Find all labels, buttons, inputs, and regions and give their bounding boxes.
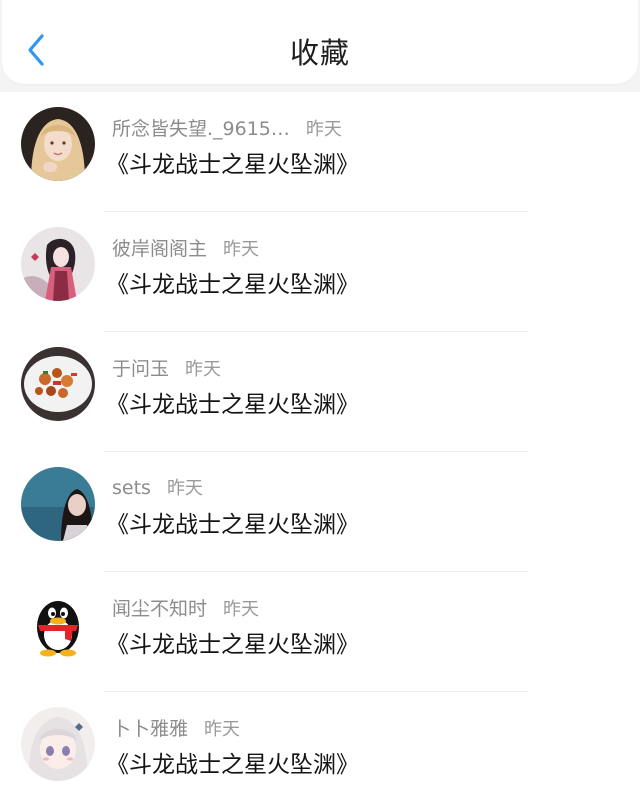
item-time: 昨天 bbox=[185, 359, 222, 380]
item-content[interactable]: 《斗龙战士之星火坠渊》 bbox=[106, 145, 359, 179]
list-item[interactable]: 所念皆失望._9615… 昨天 《斗龙战士之星火坠渊》 bbox=[0, 92, 640, 212]
avatar[interactable] bbox=[21, 587, 95, 661]
item-time: 昨天 bbox=[204, 719, 241, 740]
avatar-girl-blonde-icon bbox=[21, 107, 95, 181]
avatar[interactable] bbox=[21, 467, 95, 541]
avatar-anime-white-icon bbox=[21, 707, 95, 781]
item-meta: sets 昨天 bbox=[112, 474, 203, 500]
list-item[interactable]: 卜卜雅雅 昨天 《斗龙战士之星火坠渊》 bbox=[0, 692, 640, 812]
user-name[interactable]: 所念皆失望._9615… bbox=[112, 118, 290, 140]
item-meta: 彼岸阁阁主 昨天 bbox=[112, 234, 259, 260]
avatar-penguin-icon bbox=[21, 587, 95, 661]
avatar-anime-pink-icon bbox=[21, 227, 95, 301]
list-item[interactable]: 于问玉 昨天 《斗龙战士之星火坠渊》 bbox=[0, 332, 640, 452]
item-time: 昨天 bbox=[223, 239, 260, 260]
user-name[interactable]: 彼岸阁阁主 bbox=[112, 238, 207, 260]
favorites-list: 所念皆失望._9615… 昨天 《斗龙战士之星火坠渊》 彼岸阁阁主 昨天 《斗龙战士… bbox=[0, 92, 640, 812]
list-item[interactable]: sets 昨天 《斗龙战士之星火坠渊》 bbox=[0, 452, 640, 572]
item-content[interactable]: 《斗龙战士之星火坠渊》 bbox=[106, 505, 359, 539]
item-meta: 于问玉 昨天 bbox=[112, 354, 221, 380]
item-content[interactable]: 《斗龙战士之星火坠渊》 bbox=[106, 625, 359, 659]
list-item[interactable]: 彼岸阁阁主 昨天 《斗龙战士之星火坠渊》 bbox=[0, 212, 640, 332]
item-content[interactable]: 《斗龙战士之星火坠渊》 bbox=[106, 745, 359, 779]
list-item[interactable]: 闻尘不知时 昨天 《斗龙战士之星火坠渊》 bbox=[0, 572, 640, 692]
avatar[interactable] bbox=[21, 707, 95, 781]
user-name[interactable]: sets bbox=[112, 477, 151, 499]
page-title: 收藏 bbox=[289, 36, 350, 70]
avatar[interactable] bbox=[21, 107, 95, 181]
item-meta: 闻尘不知时 昨天 bbox=[112, 594, 259, 620]
item-meta: 卜卜雅雅 昨天 bbox=[112, 714, 240, 740]
item-content[interactable]: 《斗龙战士之星火坠渊》 bbox=[106, 385, 359, 419]
item-time: 昨天 bbox=[166, 478, 203, 499]
avatar[interactable] bbox=[21, 347, 95, 421]
user-name[interactable]: 于问玉 bbox=[112, 358, 169, 380]
avatar-girl-sea-icon bbox=[21, 467, 95, 541]
item-time: 昨天 bbox=[223, 599, 260, 620]
user-name[interactable]: 卜卜雅雅 bbox=[112, 718, 188, 740]
item-content[interactable]: 《斗龙战士之星火坠渊》 bbox=[106, 265, 359, 299]
item-time: 昨天 bbox=[305, 119, 342, 140]
header: 收藏 bbox=[2, 0, 638, 84]
avatar[interactable] bbox=[21, 227, 95, 301]
avatar-food-plate-icon bbox=[21, 347, 95, 421]
user-name[interactable]: 闻尘不知时 bbox=[112, 598, 207, 620]
item-meta: 所念皆失望._9615… 昨天 bbox=[112, 114, 342, 140]
